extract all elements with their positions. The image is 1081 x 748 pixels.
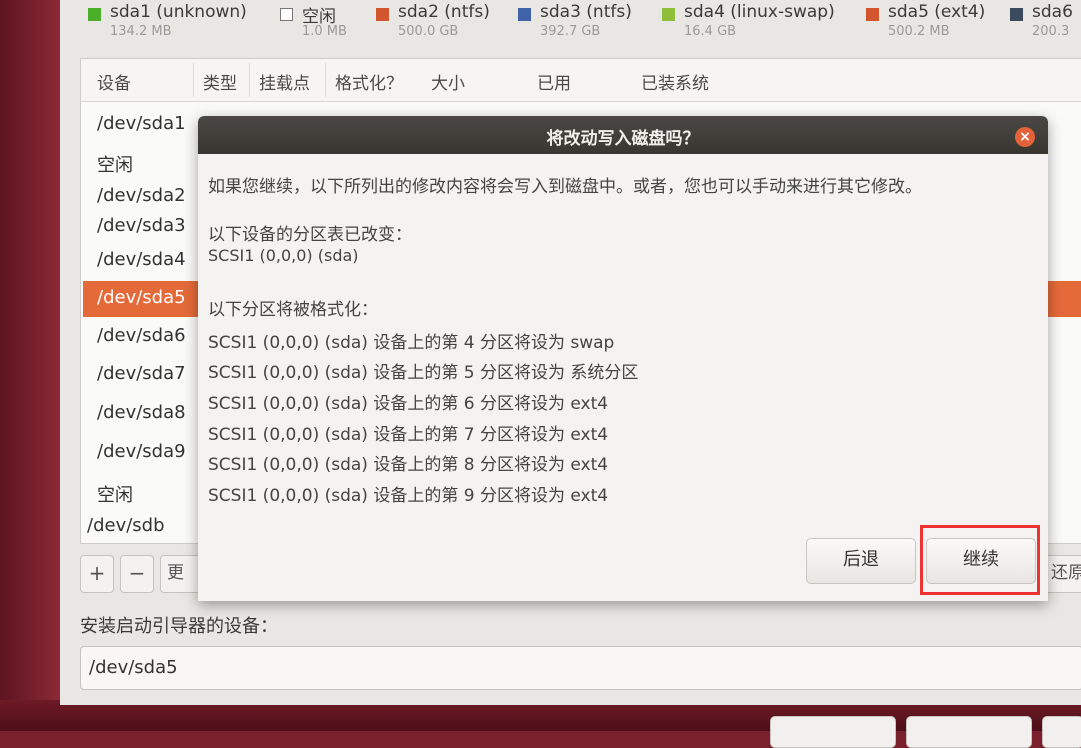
legend-swatch — [518, 8, 531, 21]
column-type[interactable]: 类型 — [203, 69, 237, 94]
legend-label: sda3 (ntfs) — [540, 2, 632, 22]
legend-swatch — [280, 8, 293, 21]
dialog-title: 将改动写入磁盘吗？ — [546, 129, 700, 149]
legend-swatch — [88, 8, 101, 21]
row-device: 空闲 — [97, 155, 133, 176]
close-icon[interactable]: × — [1015, 127, 1035, 147]
column-installed-system[interactable]: 已装系统 — [641, 69, 709, 94]
column-separator — [249, 63, 250, 97]
format-item: SCSI1 (0,0,0) (sda) 设备上的第 5 分区将设为 系统分区 — [208, 363, 639, 383]
remove-partition-button[interactable]: − — [120, 555, 154, 593]
row-device: 空闲 — [97, 485, 133, 506]
dialog-titlebar: 将改动写入磁盘吗？ × — [198, 116, 1048, 154]
bottom-button[interactable] — [906, 716, 1032, 748]
column-size[interactable]: 大小 — [431, 69, 465, 94]
table-header: 设备 类型 挂载点 格式化？ 大小 已用 已装系统 — [81, 59, 1081, 102]
legend-swatch — [866, 8, 879, 21]
row-device: /dev/sda3 — [97, 215, 186, 236]
row-device: /dev/sda7 — [97, 363, 186, 384]
legend-swatch — [376, 8, 389, 21]
column-device[interactable]: 设备 — [97, 69, 131, 94]
legend-size: 16.4 GB — [684, 24, 737, 39]
format-heading: 以下分区将被格式化： — [208, 300, 378, 320]
bootloader-device-select[interactable]: /dev/sda5 — [80, 646, 1081, 690]
dialog-intro: 如果您继续，以下所列出的修改内容将会写入到磁盘中。或者，您也可以手动来进行其它修… — [208, 177, 922, 197]
format-item: SCSI1 (0,0,0) (sda) 设备上的第 8 分区将设为 ext4 — [208, 455, 609, 475]
bootloader-device-value: /dev/sda5 — [89, 657, 178, 678]
column-format[interactable]: 格式化？ — [335, 69, 403, 94]
row-device: /dev/sda1 — [97, 113, 186, 134]
legend-label: sda5 (ext4) — [888, 2, 986, 22]
legend-size: 200.3 — [1032, 24, 1070, 39]
back-button[interactable]: 后退 — [806, 538, 916, 584]
legend-size: 392.7 GB — [540, 24, 601, 39]
continue-highlight-box — [920, 525, 1040, 595]
background-left — [0, 0, 60, 731]
column-separator — [193, 63, 194, 97]
add-partition-button[interactable]: + — [80, 555, 114, 593]
bottom-button[interactable] — [1042, 716, 1081, 748]
column-separator — [325, 63, 326, 97]
row-device: /dev/sda8 — [97, 402, 186, 423]
row-device: /dev/sda2 — [97, 185, 186, 206]
legend-label: sda4 (linux-swap) — [684, 2, 835, 22]
legend-label: sda6 — [1032, 2, 1073, 22]
legend-label: sda1 (unknown) — [110, 2, 247, 22]
legend-swatch — [662, 8, 675, 21]
row-device: /dev/sda6 — [97, 325, 186, 346]
legend-size: 1.0 MB — [302, 24, 347, 39]
legend-size: 500.2 MB — [888, 24, 950, 39]
changed-device: SCSI1 (0,0,0) (sda) — [208, 246, 359, 265]
row-device: /dev/sda4 — [97, 249, 186, 270]
legend-size: 134.2 MB — [110, 24, 172, 39]
partition-table-heading: 以下设备的分区表已改变： — [208, 225, 412, 245]
format-item: SCSI1 (0,0,0) (sda) 设备上的第 6 分区将设为 ext4 — [208, 394, 609, 414]
row-device: /dev/sda9 — [97, 441, 186, 462]
legend-size: 500.0 GB — [398, 24, 459, 39]
row-device: /dev/sdb — [87, 515, 165, 536]
bottom-button[interactable] — [770, 716, 896, 748]
row-device: /dev/sda5 — [97, 287, 186, 308]
format-item: SCSI1 (0,0,0) (sda) 设备上的第 9 分区将设为 ext4 — [208, 486, 609, 506]
column-mount-point[interactable]: 挂载点 — [259, 69, 310, 94]
legend-label: sda2 (ntfs) — [398, 2, 490, 22]
format-item: SCSI1 (0,0,0) (sda) 设备上的第 4 分区将设为 swap — [208, 333, 615, 353]
column-used[interactable]: 已用 — [537, 69, 571, 94]
format-item: SCSI1 (0,0,0) (sda) 设备上的第 7 分区将设为 ext4 — [208, 425, 609, 445]
legend-swatch — [1010, 8, 1023, 21]
bootloader-device-label: 安装启动引导器的设备： — [80, 616, 278, 637]
